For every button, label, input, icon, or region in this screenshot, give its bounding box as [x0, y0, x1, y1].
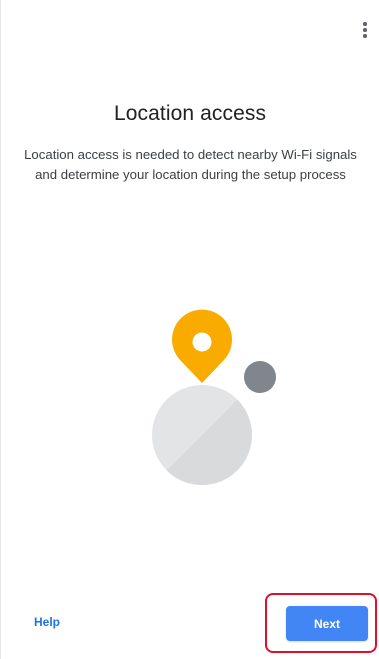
gray-dot-icon [244, 361, 276, 393]
globe-icon [152, 385, 252, 485]
page-title: Location access [113, 102, 267, 125]
location-pin-icon [172, 309, 232, 383]
next-button[interactable]: Next [286, 606, 368, 641]
page-description: Location access is needed to detect near… [24, 147, 357, 182]
location-illustration [152, 309, 276, 485]
more-vert-icon[interactable] [359, 18, 371, 42]
help-link[interactable]: Help [34, 615, 60, 629]
setup-screen: Location access Location access is neede… [0, 0, 379, 659]
